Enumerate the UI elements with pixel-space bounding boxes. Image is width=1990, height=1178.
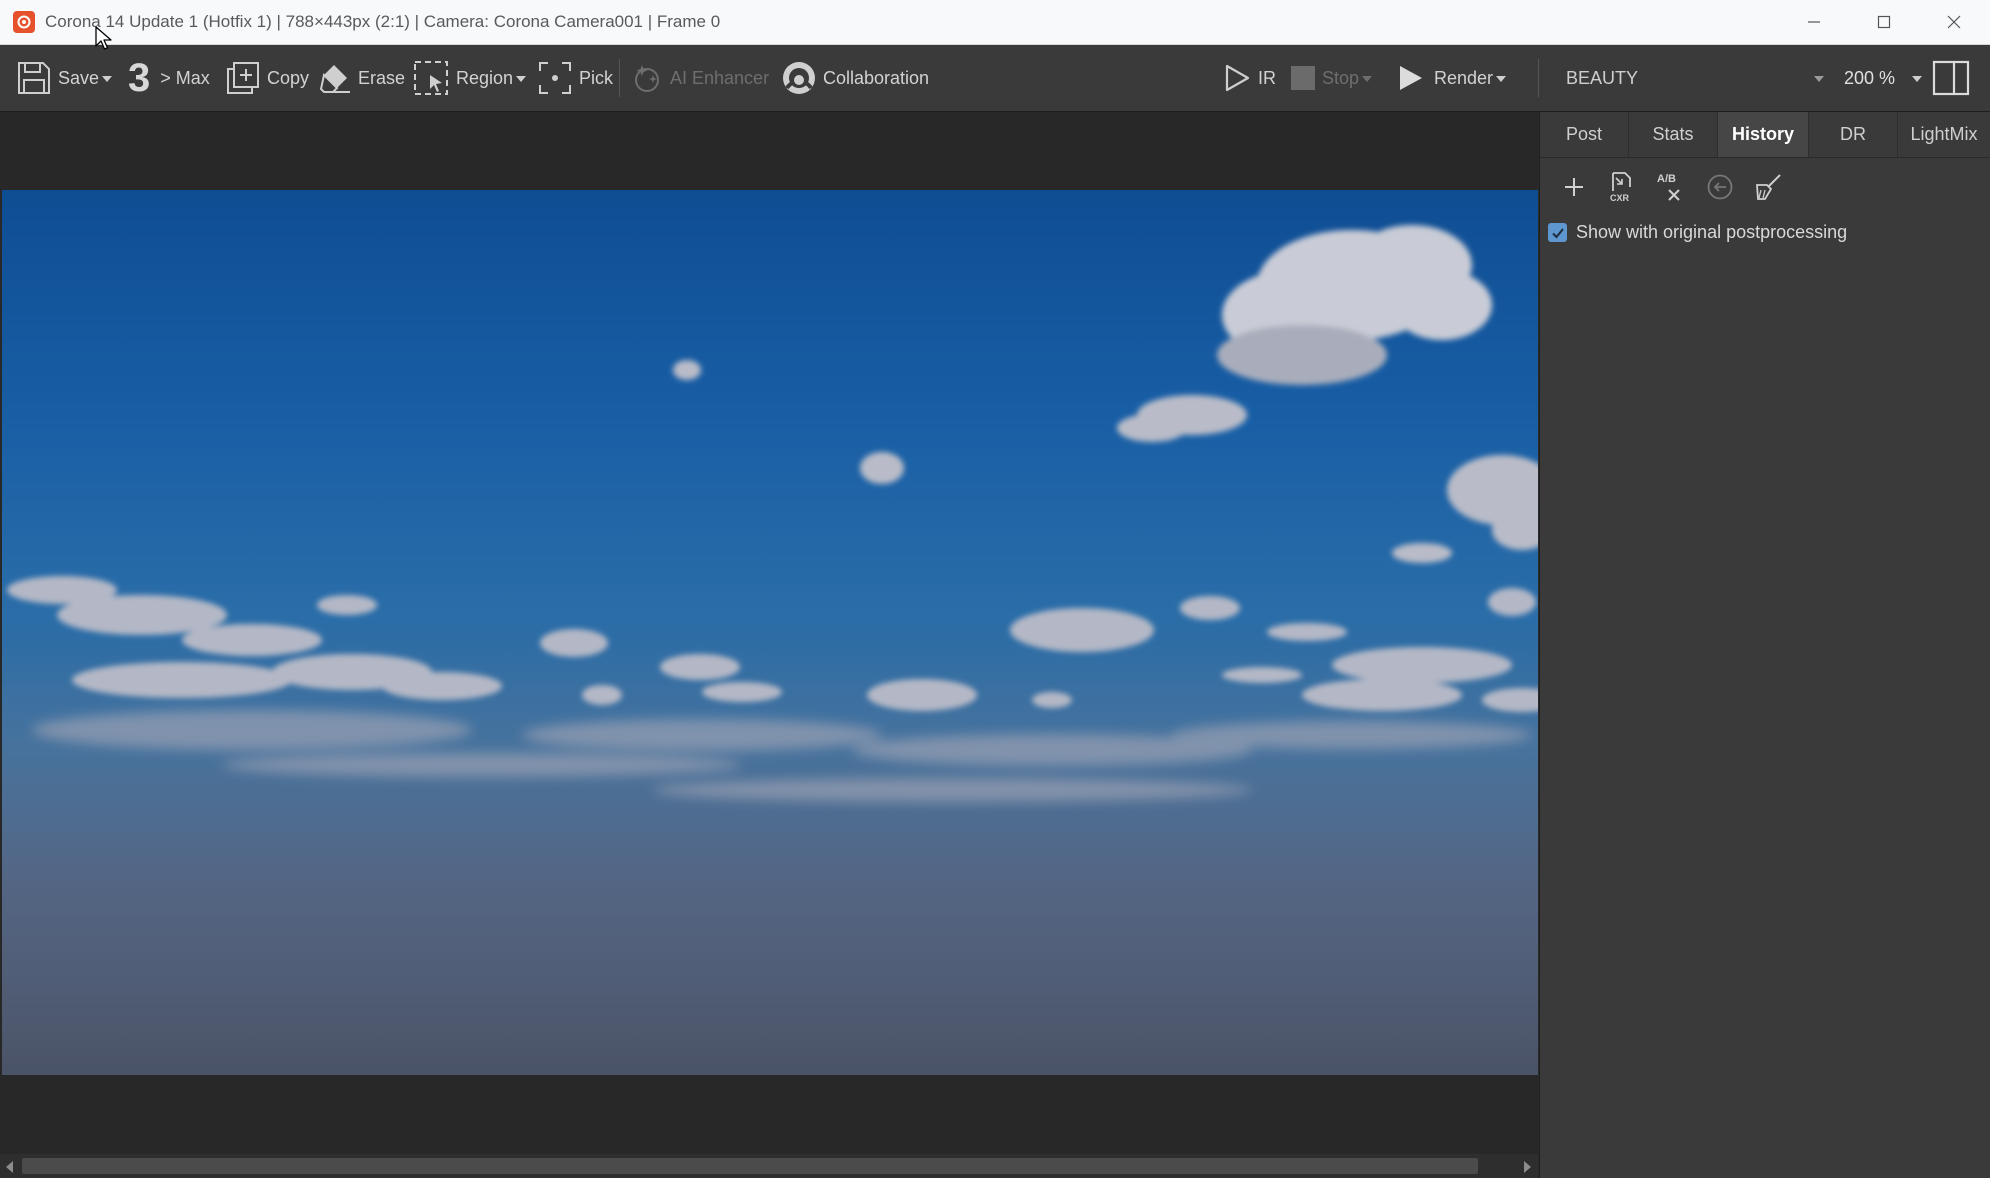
title-bar: Corona 14 Update 1 (Hotfix 1) | 788×443p… bbox=[0, 0, 1990, 45]
tab-stats[interactable]: Stats bbox=[1629, 112, 1718, 157]
erase-button[interactable]: Erase bbox=[320, 45, 405, 111]
region-select-icon bbox=[414, 61, 448, 95]
clear-history-button[interactable] bbox=[1748, 167, 1788, 207]
scroll-left-icon[interactable] bbox=[6, 1161, 13, 1173]
pick-label: Pick bbox=[579, 67, 614, 88]
chevron-down-icon bbox=[1496, 76, 1507, 82]
channel-value: BEAUTY bbox=[1566, 67, 1639, 88]
maximize-icon bbox=[1877, 15, 1891, 29]
tab-lightmix-label: LightMix bbox=[1910, 124, 1978, 144]
horizontal-scrollbar[interactable] bbox=[0, 1154, 1538, 1178]
add-icon bbox=[1565, 178, 1583, 196]
collaboration-label: Collaboration bbox=[823, 67, 930, 88]
max-number: 3 bbox=[128, 56, 151, 100]
ab-compare-button[interactable]: A/B bbox=[1650, 167, 1690, 207]
ab-compare-icon: A/B bbox=[1657, 173, 1680, 201]
svg-text:CXR: CXR bbox=[1610, 193, 1630, 203]
pick-button[interactable]: Pick bbox=[537, 45, 613, 111]
side-panel-icon bbox=[1932, 60, 1970, 96]
eraser-icon bbox=[320, 65, 350, 93]
interactive-render-button[interactable]: IR bbox=[1222, 45, 1276, 111]
stop-button[interactable]: Stop bbox=[1290, 45, 1373, 111]
save-cxr-button[interactable]: CXR bbox=[1602, 167, 1642, 207]
show-original-checkbox[interactable] bbox=[1548, 223, 1567, 242]
restore-button[interactable] bbox=[1700, 167, 1740, 207]
add-history-button[interactable] bbox=[1554, 167, 1594, 207]
tab-history-label: History bbox=[1731, 124, 1794, 144]
tab-dr-label: DR bbox=[1840, 124, 1866, 144]
checkmark-icon bbox=[1551, 227, 1564, 238]
close-button[interactable] bbox=[1919, 0, 1989, 44]
render-label: Render bbox=[1434, 67, 1494, 88]
minimize-button[interactable] bbox=[1779, 0, 1849, 44]
close-icon bbox=[1947, 15, 1961, 29]
tab-stats-label: Stats bbox=[1652, 124, 1694, 144]
tab-lightmix[interactable]: LightMix bbox=[1898, 112, 1990, 157]
collaboration-button[interactable]: Collaboration bbox=[781, 45, 929, 111]
save-label: Save bbox=[58, 67, 100, 88]
sky-clouds bbox=[2, 225, 1538, 1075]
play-outline-icon bbox=[1225, 64, 1250, 92]
collaboration-icon bbox=[783, 62, 815, 94]
copy-label: Copy bbox=[267, 67, 310, 88]
stop-icon bbox=[1291, 66, 1315, 90]
side-panel: Post Stats History DR LightMix CXR A/B S… bbox=[1539, 112, 1990, 1178]
window-title: Corona 14 Update 1 (Hotfix 1) | 788×443p… bbox=[45, 12, 721, 31]
toolbar-divider bbox=[619, 59, 620, 97]
chevron-down-icon bbox=[102, 76, 113, 82]
scroll-right-icon[interactable] bbox=[1524, 1161, 1531, 1173]
tab-post[interactable]: Post bbox=[1540, 112, 1629, 157]
tab-post-label: Post bbox=[1565, 124, 1603, 144]
save-cxr-icon: CXR bbox=[1610, 172, 1631, 203]
erase-label: Erase bbox=[358, 67, 406, 88]
broom-icon bbox=[1756, 174, 1781, 200]
show-original-label: Show with original postprocessing bbox=[1576, 222, 1848, 242]
ai-enhancer-icon bbox=[635, 65, 659, 92]
save-icon bbox=[18, 62, 50, 94]
ai-enhancer-label: AI Enhancer bbox=[670, 67, 770, 88]
play-icon bbox=[1400, 66, 1422, 90]
region-button[interactable]: Region bbox=[412, 45, 527, 111]
maximize-button[interactable] bbox=[1849, 0, 1919, 44]
ai-enhancer-button[interactable]: AI Enhancer bbox=[630, 45, 769, 111]
stop-label: Stop bbox=[1322, 67, 1360, 88]
svg-text:A/B: A/B bbox=[1657, 173, 1676, 185]
copy-button[interactable]: Copy bbox=[225, 45, 309, 111]
chevron-down-icon bbox=[1912, 76, 1922, 82]
chevron-down-icon bbox=[1814, 76, 1824, 82]
region-label: Region bbox=[456, 67, 514, 88]
save-button[interactable]: Save bbox=[16, 45, 113, 111]
corona-vfb-window: Corona 14 Update 1 (Hotfix 1) | 788×443p… bbox=[0, 0, 1990, 1178]
scrollbar-thumb[interactable] bbox=[22, 1158, 1478, 1174]
toggle-panel-button[interactable] bbox=[1932, 45, 1970, 111]
minimize-icon bbox=[1808, 21, 1820, 23]
copy-icon bbox=[227, 62, 259, 94]
render-viewport[interactable] bbox=[0, 112, 1538, 1154]
max-label: > Max bbox=[160, 67, 210, 88]
show-original-postprocessing-row[interactable]: Show with original postprocessing bbox=[1548, 222, 1847, 243]
ir-label: IR bbox=[1258, 67, 1276, 88]
tab-dr[interactable]: DR bbox=[1809, 112, 1898, 157]
render-channel-select[interactable]: BEAUTY bbox=[1555, 45, 1830, 111]
zoom-value: 200 % bbox=[1844, 67, 1896, 88]
chevron-down-icon bbox=[516, 76, 527, 82]
chevron-down-icon bbox=[1362, 76, 1373, 82]
toolbar-divider bbox=[1538, 59, 1539, 97]
max-history-button[interactable]: 3 > Max bbox=[128, 45, 210, 111]
main-toolbar: Save 3 > Max Copy Erase Region Pick AI E… bbox=[0, 45, 1990, 112]
tab-history[interactable]: History bbox=[1718, 112, 1809, 157]
corona-logo-icon bbox=[13, 11, 35, 33]
rendered-sky-image bbox=[2, 190, 1538, 1075]
restore-icon bbox=[1707, 174, 1733, 200]
render-button[interactable]: Render bbox=[1398, 45, 1507, 111]
zoom-select[interactable]: 200 % bbox=[1836, 45, 1928, 111]
mouse-cursor-icon bbox=[95, 26, 112, 50]
pick-icon bbox=[539, 62, 571, 94]
panel-tabs: Post Stats History DR LightMix bbox=[1540, 112, 1990, 158]
